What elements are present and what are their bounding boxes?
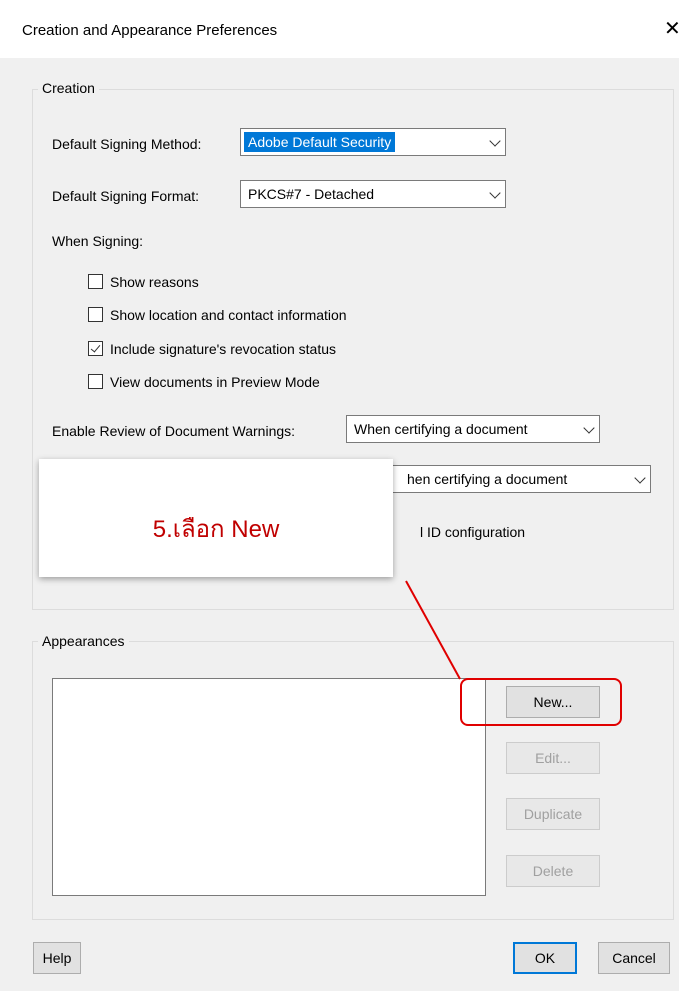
annotation-callout: 5.เลือก New — [39, 459, 393, 577]
callout-text: 5.เลือก New — [152, 516, 280, 543]
new-button-highlight — [460, 678, 622, 726]
